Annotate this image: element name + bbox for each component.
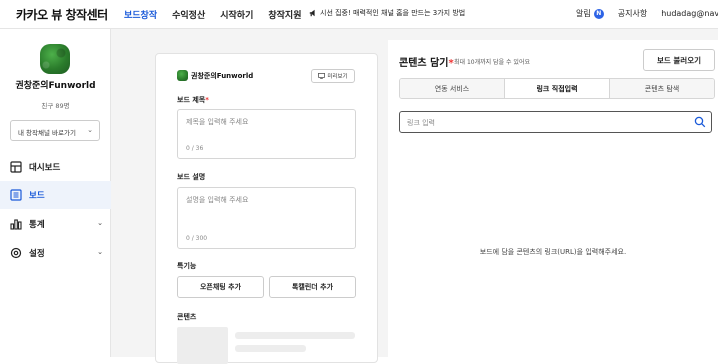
sidebar-item-label: 설정 (29, 249, 45, 259)
link-input[interactable]: 링크 입력 (399, 111, 712, 133)
new-badge: N (593, 8, 604, 19)
channel-avatar (40, 44, 70, 74)
channel-select-label: 내 창작채널 바로가기 (18, 129, 76, 137)
top-right-menu: 알림 N 공지사항 hudadag@nave (576, 8, 718, 19)
features-label: 특기능 (177, 262, 197, 270)
alarm-label: 알림 (576, 9, 591, 18)
description-field[interactable]: 설명을 입력해 주세요 0 / 300 (177, 187, 356, 249)
nav-creator-support[interactable]: 창작지원 (268, 8, 301, 21)
channel-avatar-small (177, 70, 188, 81)
nav-board-creation[interactable]: 보드창작 (124, 8, 157, 21)
chevron-down-icon: ⌄ (97, 219, 103, 227)
chevron-down-icon: ⌄ (97, 248, 103, 256)
title-label: 보드 제목* (177, 95, 209, 105)
notices-link[interactable]: 공지사항 (618, 8, 647, 19)
channel-select-dropdown[interactable]: 내 창작채널 바로가기 ⌄ (10, 120, 100, 141)
settings-icon (10, 247, 22, 259)
content-skeleton-line (235, 332, 355, 339)
content-tabs: 연동 서비스 링크 직접입력 콘텐츠 탐색 (399, 78, 715, 99)
nav-getting-started[interactable]: 시작하기 (220, 8, 253, 21)
tab-explore-content[interactable]: 콘텐츠 탐색 (610, 79, 714, 98)
account-email[interactable]: hudadag@nave (661, 9, 718, 18)
content-skeleton-thumb (177, 327, 228, 364)
add-openchat-button[interactable]: 오픈채팅 추가 (177, 276, 264, 298)
brand-logo[interactable]: 카카오 뷰 창작센터 (16, 6, 108, 23)
monitor-icon (318, 73, 326, 79)
empty-state-message: 보드에 담을 콘텐츠의 링크(URL)을 입력해주세요. (479, 248, 627, 256)
notice-banner[interactable]: 시선 집중! 매력적인 채널 홈을 만드는 3가지 방법 (309, 8, 465, 18)
sidebar-item-dashboard[interactable]: 대시보드 (0, 153, 111, 181)
sidebar-item-label: 대시보드 (29, 163, 61, 173)
main-nav: 보드창작 수익정산 시작하기 창작지원 (124, 8, 317, 21)
content-panel-subtitle: 최대 10개까지 담을 수 있어요 (454, 59, 530, 66)
sidebar-item-settings[interactable]: 설정 ⌄ (0, 239, 111, 267)
required-mark: * (205, 96, 209, 104)
sidebar-item-label: 통계 (29, 220, 45, 230)
friend-count: 친구 89명 (41, 102, 70, 110)
board-channel-name: 권창준의Funworld (191, 72, 254, 80)
notice-text: 시선 집중! 매력적인 채널 홈을 만드는 3가지 방법 (320, 9, 466, 17)
preview-button[interactable]: 미리보기 (311, 69, 355, 83)
content-panel: 콘텐츠 담기* 최대 10개까지 담을 수 있어요 보드 불러오기 연동 서비스… (388, 40, 718, 357)
chevron-down-icon: ⌄ (87, 126, 93, 134)
content-panel-title: 콘텐츠 담기* (399, 54, 454, 69)
alarm-button[interactable]: 알림 N (576, 8, 604, 19)
tab-direct-link[interactable]: 링크 직접입력 (505, 79, 610, 98)
preview-label: 미리보기 (327, 74, 348, 80)
sidebar-item-label: 보드 (29, 191, 45, 201)
title-char-count: 0 / 36 (186, 145, 204, 152)
required-mark: * (448, 58, 454, 69)
tab-linked-services[interactable]: 연동 서비스 (400, 79, 505, 98)
load-board-button[interactable]: 보드 불러오기 (643, 49, 715, 71)
channel-name: 권창준의Funworld (15, 81, 96, 91)
board-icon (10, 189, 22, 201)
content-skeleton-line (235, 345, 306, 352)
top-bar: 카카오 뷰 창작센터 보드창작 수익정산 시작하기 창작지원 시선 집중! 매력… (0, 0, 718, 29)
nav-revenue[interactable]: 수익정산 (172, 8, 205, 21)
sidebar-item-stats[interactable]: 통계 ⌄ (0, 210, 111, 238)
title-field[interactable]: 제목을 입력해 주세요 0 / 36 (177, 109, 356, 159)
desc-placeholder: 설명을 입력해 주세요 (186, 196, 249, 204)
title-placeholder: 제목을 입력해 주세요 (186, 118, 249, 126)
megaphone-icon (309, 9, 315, 17)
add-talkcalendar-button[interactable]: 톡캘린더 추가 (269, 276, 356, 298)
content-panel-title-text: 콘텐츠 담기 (399, 58, 449, 69)
title-label-text: 보드 제목 (177, 96, 206, 104)
contents-label: 콘텐츠 (177, 313, 197, 321)
dashboard-icon (10, 161, 22, 173)
sidebar-item-board[interactable]: 보드 (0, 181, 111, 209)
search-icon[interactable] (694, 116, 706, 128)
stats-icon (10, 219, 22, 230)
link-placeholder: 링크 입력 (407, 119, 435, 127)
desc-label: 보드 설명 (177, 173, 206, 181)
desc-char-count: 0 / 300 (186, 235, 208, 242)
board-editor-card: 권창준의Funworld 미리보기 보드 제목* 제목을 입력해 주세요 0 /… (155, 53, 378, 364)
sidebar: 권창준의Funworld 친구 89명 내 창작채널 바로가기 ⌄ 대시보드 보… (0, 29, 111, 357)
